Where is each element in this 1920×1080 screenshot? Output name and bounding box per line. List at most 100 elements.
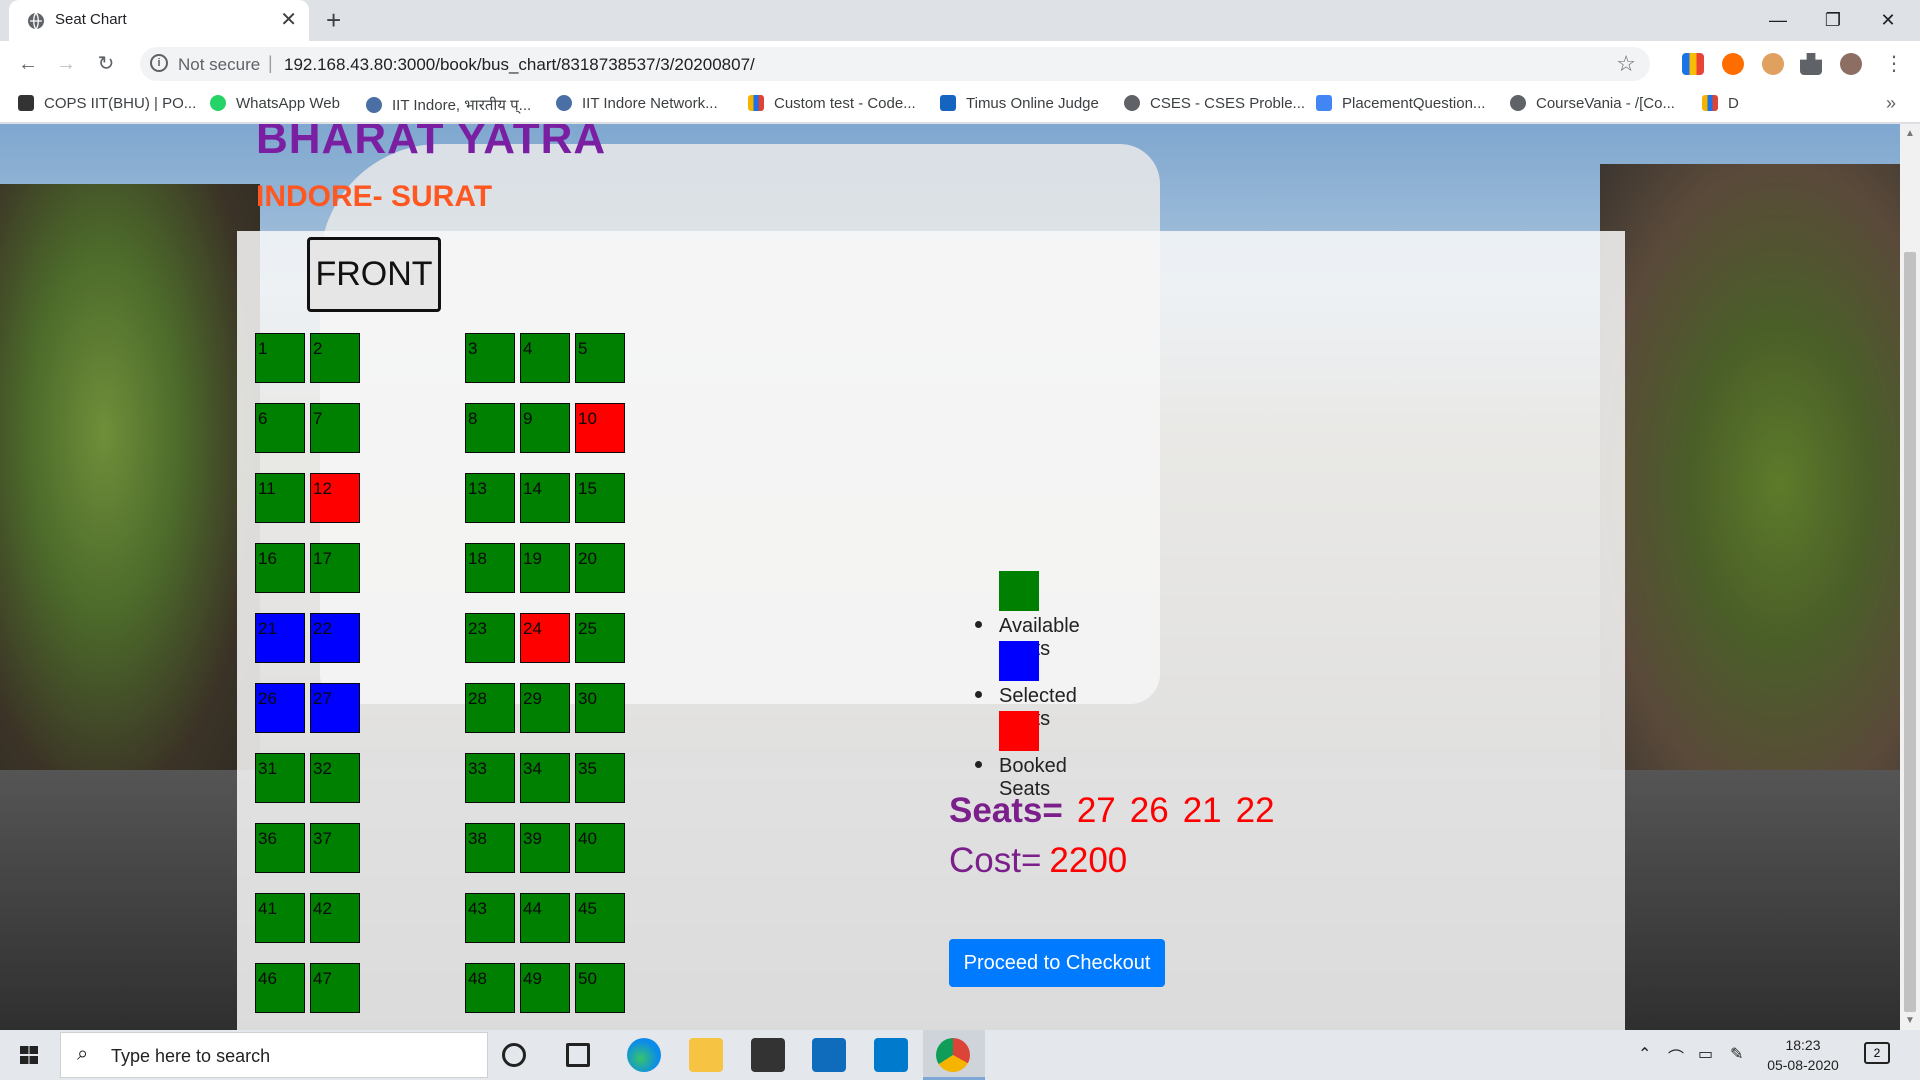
bookmark-item[interactable]: CSES - CSES Proble... <box>1124 95 1305 112</box>
chrome-icon[interactable] <box>936 1038 970 1072</box>
seat-available[interactable]: 48 <box>465 963 515 1013</box>
seat-available[interactable]: 34 <box>520 753 570 803</box>
seat-available[interactable]: 28 <box>465 683 515 733</box>
seat-available[interactable]: 44 <box>520 893 570 943</box>
forward-icon[interactable]: → <box>52 50 80 78</box>
seat-available[interactable]: 38 <box>465 823 515 873</box>
seat-selected[interactable]: 22 <box>310 613 360 663</box>
task-view-icon[interactable] <box>502 1043 526 1067</box>
seat-available[interactable]: 18 <box>465 543 515 593</box>
info-icon[interactable]: i <box>150 54 168 72</box>
tab-close-icon[interactable]: ✕ <box>280 8 297 32</box>
seat-available[interactable]: 4 <box>520 333 570 383</box>
seat-available[interactable]: 47 <box>310 963 360 1013</box>
extension-orange-icon[interactable] <box>1722 53 1744 75</box>
vscode-icon[interactable] <box>874 1038 908 1072</box>
restore-icon[interactable]: ❐ <box>1813 6 1853 34</box>
seat-available[interactable]: 11 <box>255 473 305 523</box>
bookmark-star-icon[interactable]: ☆ <box>1616 51 1636 77</box>
start-button[interactable] <box>0 1030 60 1080</box>
seat-available[interactable]: 6 <box>255 403 305 453</box>
extensions-puzzle-icon[interactable] <box>1800 53 1822 75</box>
seat-available[interactable]: 23 <box>465 613 515 663</box>
seat-available[interactable]: 3 <box>465 333 515 383</box>
mail-icon[interactable] <box>812 1038 846 1072</box>
taskbar-search[interactable]: ⌕ Type here to search <box>60 1032 488 1078</box>
seat-available[interactable]: 40 <box>575 823 625 873</box>
minimize-icon[interactable]: — <box>1758 6 1798 34</box>
seat-available[interactable]: 46 <box>255 963 305 1013</box>
bookmark-item[interactable]: Custom test - Code... <box>748 95 916 112</box>
seat-available[interactable]: 20 <box>575 543 625 593</box>
seat-available[interactable]: 17 <box>310 543 360 593</box>
seat-available[interactable]: 39 <box>520 823 570 873</box>
profile-avatar[interactable] <box>1840 53 1862 75</box>
bookmark-item[interactable]: Timus Online Judge <box>940 95 1099 112</box>
search-icon: ⌕ <box>77 1043 89 1065</box>
page-scrollbar[interactable]: ▲ ▼ <box>1900 124 1920 1030</box>
extension-flag-icon[interactable] <box>1682 53 1704 75</box>
browser-tab[interactable]: Seat Chart ✕ <box>9 0 309 41</box>
seat-available[interactable]: 36 <box>255 823 305 873</box>
seat-available[interactable]: 49 <box>520 963 570 1013</box>
scroll-down-icon[interactable]: ▼ <box>1905 1015 1915 1026</box>
bookmarks-overflow-icon[interactable]: » <box>1886 93 1896 114</box>
seat-available[interactable]: 33 <box>465 753 515 803</box>
seat-available[interactable]: 35 <box>575 753 625 803</box>
seat-selected[interactable]: 26 <box>255 683 305 733</box>
network-icon[interactable]: ⌒ <box>1668 1044 1684 1068</box>
pen-icon[interactable]: ✎ <box>1730 1044 1743 1064</box>
browser-menu-icon[interactable]: ⋮ <box>1880 50 1908 78</box>
timeline-icon[interactable] <box>566 1043 590 1067</box>
bookmark-item[interactable]: IIT Indore, भारतीय प्... <box>366 95 531 115</box>
seat-available[interactable]: 13 <box>465 473 515 523</box>
seat-available[interactable]: 29 <box>520 683 570 733</box>
seat-selected[interactable]: 27 <box>310 683 360 733</box>
seat-available[interactable]: 50 <box>575 963 625 1013</box>
bookmark-item[interactable]: WhatsApp Web <box>210 95 340 112</box>
bookmark-item[interactable]: PlacementQuestion... <box>1316 95 1485 112</box>
seat-available[interactable]: 41 <box>255 893 305 943</box>
seat-available[interactable]: 45 <box>575 893 625 943</box>
seat-available[interactable]: 9 <box>520 403 570 453</box>
url-text[interactable]: 192.168.43.80:3000/book/bus_chart/831873… <box>284 55 755 75</box>
bookmark-item[interactable]: D <box>1702 95 1739 112</box>
show-hidden-icons-icon[interactable]: ⌃ <box>1638 1044 1651 1064</box>
seat-available[interactable]: 30 <box>575 683 625 733</box>
seat-available[interactable]: 2 <box>310 333 360 383</box>
seat-available[interactable]: 1 <box>255 333 305 383</box>
address-bar[interactable]: i Not secure | 192.168.43.80:3000/book/b… <box>140 47 1650 81</box>
extension-gear-icon[interactable] <box>1762 53 1784 75</box>
seat-selected[interactable]: 21 <box>255 613 305 663</box>
seat-available[interactable]: 8 <box>465 403 515 453</box>
file-explorer-icon[interactable] <box>689 1038 723 1072</box>
seat-available[interactable]: 43 <box>465 893 515 943</box>
seat-available[interactable]: 25 <box>575 613 625 663</box>
bookmark-item[interactable]: CourseVania - /[Co... <box>1510 95 1675 112</box>
window-close-icon[interactable]: ✕ <box>1868 6 1908 34</box>
notifications-icon[interactable]: 2 <box>1864 1042 1890 1064</box>
scroll-up-icon[interactable]: ▲ <box>1905 128 1915 139</box>
bookmark-item[interactable]: IIT Indore Network... <box>556 95 718 112</box>
security-status[interactable]: Not secure <box>178 55 260 75</box>
seat-available[interactable]: 31 <box>255 753 305 803</box>
store-icon[interactable] <box>751 1038 785 1072</box>
back-icon[interactable]: ← <box>14 50 42 78</box>
proceed-to-checkout-button[interactable]: Proceed to Checkout <box>949 939 1165 987</box>
seat-available[interactable]: 16 <box>255 543 305 593</box>
scrollbar-thumb[interactable] <box>1904 252 1916 1012</box>
seat-available[interactable]: 37 <box>310 823 360 873</box>
bookmark-item[interactable]: COPS IIT(BHU) | PO... <box>18 95 196 112</box>
battery-icon[interactable]: ▭ <box>1698 1044 1713 1064</box>
seat-available[interactable]: 42 <box>310 893 360 943</box>
edge-icon[interactable] <box>627 1038 661 1072</box>
seat-available[interactable]: 14 <box>520 473 570 523</box>
seat-available[interactable]: 32 <box>310 753 360 803</box>
new-tab-button[interactable]: + <box>326 6 341 34</box>
seat-available[interactable]: 5 <box>575 333 625 383</box>
seat-available[interactable]: 15 <box>575 473 625 523</box>
reload-icon[interactable]: ↻ <box>92 50 120 78</box>
seat-available[interactable]: 19 <box>520 543 570 593</box>
seat-available[interactable]: 7 <box>310 403 360 453</box>
taskbar-clock[interactable]: 18:23 05-08-2020 <box>1758 1035 1848 1075</box>
